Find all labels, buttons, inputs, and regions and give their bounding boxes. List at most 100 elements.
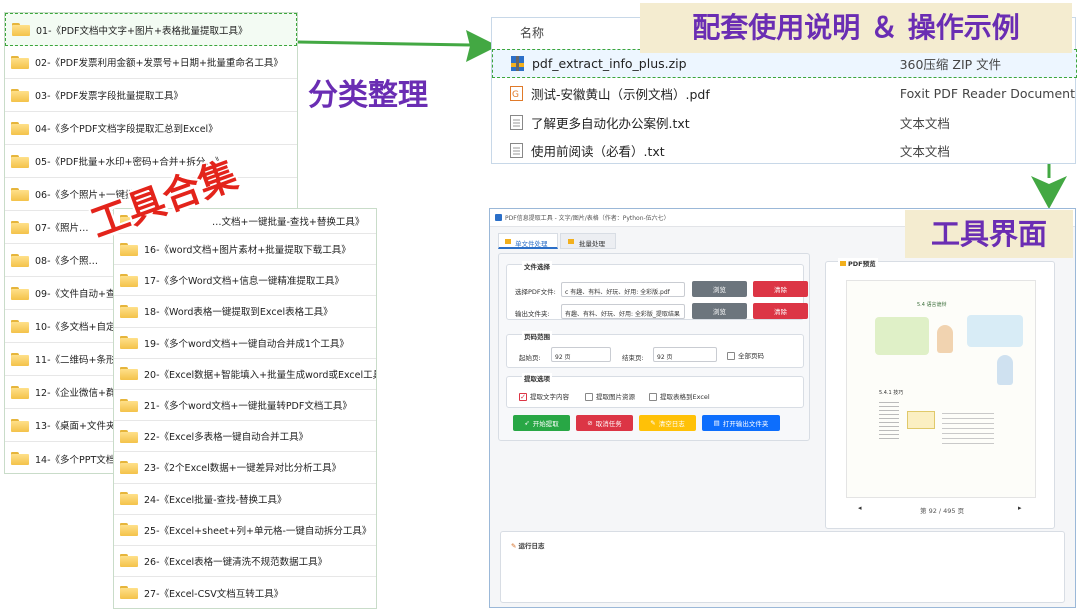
next-page-button[interactable]: ▸ xyxy=(1018,504,1022,512)
page-indicator: 第 92 / 495 页 xyxy=(920,507,965,515)
txt-icon xyxy=(510,114,523,130)
all-pages-checkbox[interactable]: 全部页码 xyxy=(727,350,764,360)
browse-pdf-button[interactable]: 浏览 xyxy=(692,281,747,297)
folder-icon xyxy=(120,304,138,318)
folder-icon xyxy=(11,154,29,168)
list-item[interactable]: 04-《多个PDF文档字段提取汇总到Excel》 xyxy=(5,112,297,145)
list-item[interactable]: 26-《Excel表格一键清洗不规范数据工具》 xyxy=(114,546,376,578)
speech-bubble xyxy=(875,317,929,355)
list-item-label: 01-《PDF文档中文字+图片+表格批量提取工具》 xyxy=(36,25,248,37)
list-item-label: 11-《二维码+条形… xyxy=(35,355,125,366)
checkbox-box xyxy=(585,393,593,401)
folder-icon xyxy=(11,418,29,432)
list-item[interactable]: 24-《Excel批量-查找-替换工具》 xyxy=(114,484,376,515)
rocket-icon: ➶ xyxy=(524,419,530,427)
list-item[interactable]: 02-《PDF发票利用金额+发票号+日期+批量重命名工具》 xyxy=(5,46,297,79)
file-row[interactable]: 使用前阅读（必看）.txt 文本文档 xyxy=(492,136,1077,164)
folder-icon xyxy=(12,23,30,36)
pdf-file-input[interactable]: c 有趣、有料、好玩、好用: 全彩版.pdf xyxy=(561,282,685,297)
list-item-label: 17-《多个Word文档+信息一键精准提取工具》 xyxy=(144,276,344,288)
pdf-preview-panel: PDF预览 5.4 语言诡辩 5.4.1 技巧 ◂ 第 92 / 495 页 ▸ xyxy=(825,258,1055,529)
svg-text:G: G xyxy=(512,90,519,100)
app-icon xyxy=(495,214,502,221)
tab-batch[interactable]: 批量处理 xyxy=(560,233,616,249)
cancel-task-button[interactable]: ⊘ 取消任务 xyxy=(576,415,633,431)
character-illustration xyxy=(937,325,953,353)
file-row[interactable]: G 测试-安徽黄山（示例文档）.pdf Foxit PDF Reader Doc… xyxy=(492,79,1077,107)
file-row[interactable]: pdf_extract_info_plus.zip 360压缩 ZIP 文件 xyxy=(492,49,1077,78)
pdf-file-label: 选择PDF文件: xyxy=(515,288,556,296)
list-item[interactable]: 25-《Excel+sheet+列+单元格-一键自动拆分工具》 xyxy=(114,515,376,546)
window-title: PDF信息提取工具 - 文字/图片/表格（作者：Python-伍六七） xyxy=(505,215,670,222)
list-item-label: 14-《多个PPT文档… xyxy=(35,454,125,466)
folder-icon xyxy=(11,55,29,69)
section-title: ✎ 运行日志 xyxy=(511,542,545,550)
folder-icon xyxy=(11,452,29,465)
list-item[interactable]: 17-《多个Word文档+信息一键精准提取工具》 xyxy=(114,265,376,297)
folder-icon xyxy=(120,367,138,381)
list-item[interactable]: 01-《PDF文档中文字+图片+表格批量提取工具》 xyxy=(5,13,297,46)
list-item[interactable]: 18-《Word表格一键提取到Excel表格工具》 xyxy=(114,296,376,328)
list-item-label: 26-《Excel表格一键清洗不规范数据工具》 xyxy=(144,556,328,568)
file-row[interactable]: 了解更多自动化办公案例.txt 文本文档 xyxy=(492,108,1077,136)
tab-single-file[interactable]: 单文件处理 xyxy=(498,233,558,249)
checkbox-box xyxy=(649,393,657,401)
prev-page-button[interactable]: ◂ xyxy=(858,504,862,512)
browse-output-button[interactable]: 浏览 xyxy=(692,303,747,319)
list-item[interactable]: 20-《Excel数据+智能填入+批量生成word或Excel工具》 xyxy=(114,359,376,390)
list-item-label: 10-《多文档+自定… xyxy=(35,322,125,333)
list-item[interactable]: 03-《PDF发票字段批量提取工具》 xyxy=(5,79,297,112)
list-item-label: 27-《Excel-CSV文档互转工具》 xyxy=(144,588,284,600)
list-item-label: 21-《多个word文档+一键批量转PDF文档工具》 xyxy=(144,401,352,413)
list-item[interactable]: 19-《多个word文档+一键自动合并成1个工具》 xyxy=(114,328,376,359)
list-item[interactable]: 23-《2个Excel数据+一键差异对比分析工具》 xyxy=(114,452,376,484)
tool-ui-banner: 工具界面 xyxy=(905,210,1073,258)
list-item[interactable]: 16-《word文档+图片素材+批量提取下载工具》 xyxy=(114,234,376,266)
folder-icon: ▤ xyxy=(713,419,720,427)
output-folder-label: 输出文件夹: xyxy=(515,310,550,318)
character-illustration xyxy=(997,355,1013,385)
clear-output-button[interactable]: 清除 xyxy=(753,303,808,319)
folder-icon xyxy=(120,460,138,474)
left-panel: 文件选择 选择PDF文件: c 有趣、有料、好玩、好用: 全彩版.pdf 浏览 … xyxy=(498,253,810,441)
page-subheading: 5.4.1 技巧 xyxy=(879,390,904,396)
extract-tables-checkbox[interactable]: 提取表格到Excel xyxy=(649,391,710,401)
clear-pdf-button[interactable]: 清除 xyxy=(753,281,808,297)
output-folder-input[interactable]: 有趣、有料、好玩、好用: 全彩版_提取结果 xyxy=(561,304,685,319)
arrow-to-files xyxy=(297,40,471,47)
start-page-spinbox[interactable]: 92 页 xyxy=(551,347,611,362)
column-header-name[interactable]: 名称 xyxy=(520,24,544,41)
list-item-label: 13-《桌面+文件夹… xyxy=(35,421,125,432)
list-item[interactable]: 27-《Excel-CSV文档互转工具》 xyxy=(114,577,376,608)
clear-log-button[interactable]: ✎ 清空日志 xyxy=(639,415,696,431)
pdf-page-canvas[interactable]: 5.4 语言诡辩 5.4.1 技巧 xyxy=(846,280,1036,498)
section-title: PDF预览 xyxy=(838,258,878,268)
folder-icon xyxy=(120,242,138,256)
extract-text-checkbox[interactable]: ✓ 提取文字内容 xyxy=(519,391,569,401)
page-heading: 5.4 语言诡辩 xyxy=(917,302,947,308)
folder-icon xyxy=(11,121,29,135)
pdf-icon: G xyxy=(510,85,523,101)
list-item-label: 16-《word文档+图片素材+批量提取下载工具》 xyxy=(144,245,351,257)
speech-bubble xyxy=(967,315,1023,347)
folder-icon xyxy=(11,319,29,333)
tool-window: PDF信息提取工具 - 文字/图片/表格（作者：Python-伍六七） 单文件处… xyxy=(489,208,1076,608)
tool-list-right: …文档+一键批量-查找+替换工具》 16-《word文档+图片素材+批量提取下载… xyxy=(113,208,377,609)
section-title: 页码范围 xyxy=(522,331,552,341)
file-selection-group: 文件选择 选择PDF文件: c 有趣、有料、好玩、好用: 全彩版.pdf 浏览 … xyxy=(506,261,808,320)
folder-icon xyxy=(11,88,29,102)
open-output-folder-button[interactable]: ▤ 打开输出文件夹 xyxy=(702,415,780,431)
folder-icon xyxy=(11,385,29,399)
list-item[interactable]: 21-《多个word文档+一键批量转PDF文档工具》 xyxy=(114,390,376,422)
list-item-label: 03-《PDF发票字段批量提取工具》 xyxy=(35,91,184,102)
list-item-label: 23-《2个Excel数据+一键差异对比分析工具》 xyxy=(144,463,342,475)
list-item[interactable]: 22-《Excel多表格一键自动合并工具》 xyxy=(114,421,376,453)
extract-images-checkbox[interactable]: 提取图片资源 xyxy=(585,391,635,401)
log-icon: ✎ xyxy=(511,542,517,550)
txt-icon xyxy=(510,142,523,158)
list-item-label: 02-《PDF发票利用金额+发票号+日期+批量重命名工具》 xyxy=(35,58,283,69)
start-extract-button[interactable]: ➶ 开始提取 xyxy=(513,415,570,431)
folder-icon xyxy=(11,187,29,201)
folder-icon xyxy=(120,554,138,568)
end-page-spinbox[interactable]: 92 页 xyxy=(653,347,717,362)
